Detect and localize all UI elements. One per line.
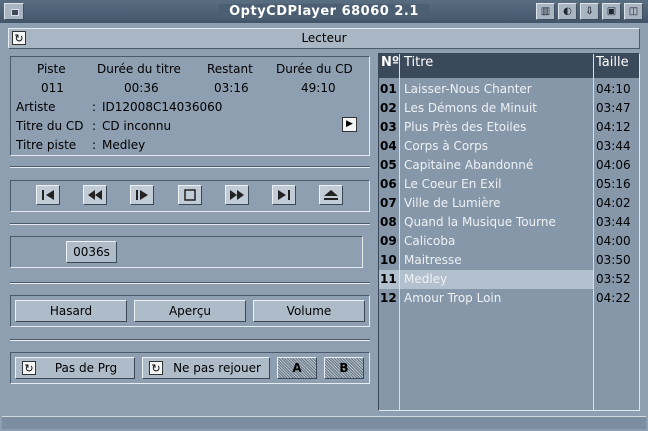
b-button[interactable]: B (324, 357, 364, 379)
a-button[interactable]: A (277, 357, 317, 379)
track-number[interactable]: 10 (380, 251, 400, 270)
track-title[interactable]: Medley (404, 270, 447, 289)
track-size[interactable]: 04:02 (596, 194, 631, 213)
repeat-cycle-button[interactable]: ↻ Ne pas rejouer (142, 357, 270, 379)
track-title[interactable]: Maitresse (404, 251, 462, 270)
fast-forward-button[interactable] (225, 185, 249, 205)
track-number[interactable]: 01 (380, 80, 400, 99)
track-size[interactable]: 03:47 (596, 99, 631, 118)
track-size[interactable]: 04:22 (596, 289, 631, 308)
first-track-icon (42, 190, 54, 200)
track-number[interactable]: 09 (380, 232, 400, 251)
header-track-duration: Durée du titre (97, 62, 181, 76)
track-number[interactable]: 07 (380, 194, 400, 213)
jump-icon[interactable]: ⇩ (580, 3, 599, 20)
value-track: 011 (41, 81, 64, 95)
track-size[interactable]: 03:52 (596, 270, 631, 289)
track-title-sep: : (92, 138, 97, 152)
stop-icon (184, 189, 196, 201)
play-pause-button[interactable] (130, 185, 154, 205)
column-separator (593, 54, 594, 410)
header-cd-duration: Durée du CD (276, 62, 353, 76)
track-size[interactable]: 04:10 (596, 80, 631, 99)
cycle-icon: ↻ (22, 361, 36, 375)
track-title[interactable]: Le Coeur En Exil (404, 175, 501, 194)
position-knob[interactable]: 0036s (66, 241, 117, 263)
stop-button[interactable] (178, 185, 202, 205)
track-title-label: Titre piste (16, 138, 77, 152)
track-title[interactable]: Quand la Musique Tourne (404, 213, 556, 232)
track-number[interactable]: 05 (380, 156, 400, 175)
play-pause-icon (136, 190, 148, 200)
value-cd-duration: 49:10 (301, 81, 336, 95)
first-track-button[interactable] (36, 185, 60, 205)
cd-title-sep: : (92, 119, 97, 133)
track-title[interactable]: Plus Près des Etoiles (404, 118, 526, 137)
window-title: OptyCDPlayer 68060 2.1 (219, 4, 429, 19)
track-size[interactable]: 03:44 (596, 137, 631, 156)
track-number[interactable]: 08 (380, 213, 400, 232)
track-title-value: Medley (102, 138, 146, 152)
track-size[interactable]: 03:50 (596, 251, 631, 270)
track-title[interactable]: Laisser-Nous Chanter (404, 80, 532, 99)
section-title: Lecteur (301, 31, 347, 45)
last-track-icon (278, 190, 290, 200)
track-size[interactable]: 04:00 (596, 232, 631, 251)
track-title[interactable]: Capitaine Abandonné (404, 156, 533, 175)
track-number[interactable]: 12 (380, 289, 400, 308)
position-slider[interactable] (10, 236, 363, 268)
status-strip (2, 416, 646, 429)
cd-title-value: CD inconnu (102, 119, 172, 133)
track-title[interactable]: Les Démons de Minuit (404, 99, 537, 118)
program-label: Pas de Prg (54, 361, 118, 375)
header-track: Piste (37, 62, 66, 76)
track-number[interactable]: 04 (380, 137, 400, 156)
header-size[interactable]: Taille (596, 54, 629, 78)
volume-button[interactable]: Volume (253, 300, 365, 322)
artist-value: ID12008C14036060 (102, 100, 223, 114)
last-track-button[interactable] (272, 185, 296, 205)
divider (10, 282, 370, 284)
track-title[interactable]: Ville de Lumière (404, 194, 501, 213)
header-title[interactable]: Titre (404, 54, 433, 78)
track-number[interactable]: 06 (380, 175, 400, 194)
track-size[interactable]: 04:12 (596, 118, 631, 137)
arrow-right-icon[interactable]: ▶ (342, 117, 357, 132)
header-num[interactable]: Nº (381, 54, 399, 78)
iconify-icon[interactable]: ▥ (536, 3, 555, 20)
eject-icon (324, 190, 338, 200)
depth-icon[interactable]: ◫ (624, 3, 643, 20)
header-remaining: Restant (207, 62, 253, 76)
cycle-icon: ↻ (149, 361, 163, 375)
divider (10, 339, 370, 341)
fast-forward-icon (230, 190, 244, 200)
artist-sep: : (92, 100, 97, 114)
value-remaining: 03:16 (214, 81, 249, 95)
track-number[interactable]: 11 (380, 270, 400, 289)
track-number[interactable]: 03 (380, 118, 400, 137)
program-cycle-button[interactable]: ↻ Pas de Prg (15, 357, 135, 379)
track-title[interactable]: Corps à Corps (404, 137, 488, 156)
track-number[interactable]: 02 (380, 99, 400, 118)
zoom-icon[interactable]: ▣ (602, 3, 621, 20)
divider (10, 166, 370, 168)
cd-title-label: Titre du CD (16, 119, 84, 133)
track-size[interactable]: 05:16 (596, 175, 631, 194)
track-title[interactable]: Calicoba (404, 232, 455, 251)
preview-button[interactable]: Aperçu (134, 300, 246, 322)
cycle-icon[interactable]: ↻ (12, 31, 26, 45)
rewind-button[interactable] (83, 185, 107, 205)
track-size[interactable]: 03:44 (596, 213, 631, 232)
snapshot-icon[interactable]: ◐ (558, 3, 577, 20)
random-button[interactable]: Hasard (15, 300, 127, 322)
artist-label: Artiste (16, 100, 56, 114)
eject-button[interactable] (319, 185, 343, 205)
repeat-label: Ne pas rejouer (173, 361, 261, 375)
divider (10, 223, 370, 225)
value-track-duration: 00:36 (124, 81, 159, 95)
rewind-icon (88, 190, 102, 200)
track-size[interactable]: 04:06 (596, 156, 631, 175)
track-title[interactable]: Amour Trop Loin (404, 289, 501, 308)
